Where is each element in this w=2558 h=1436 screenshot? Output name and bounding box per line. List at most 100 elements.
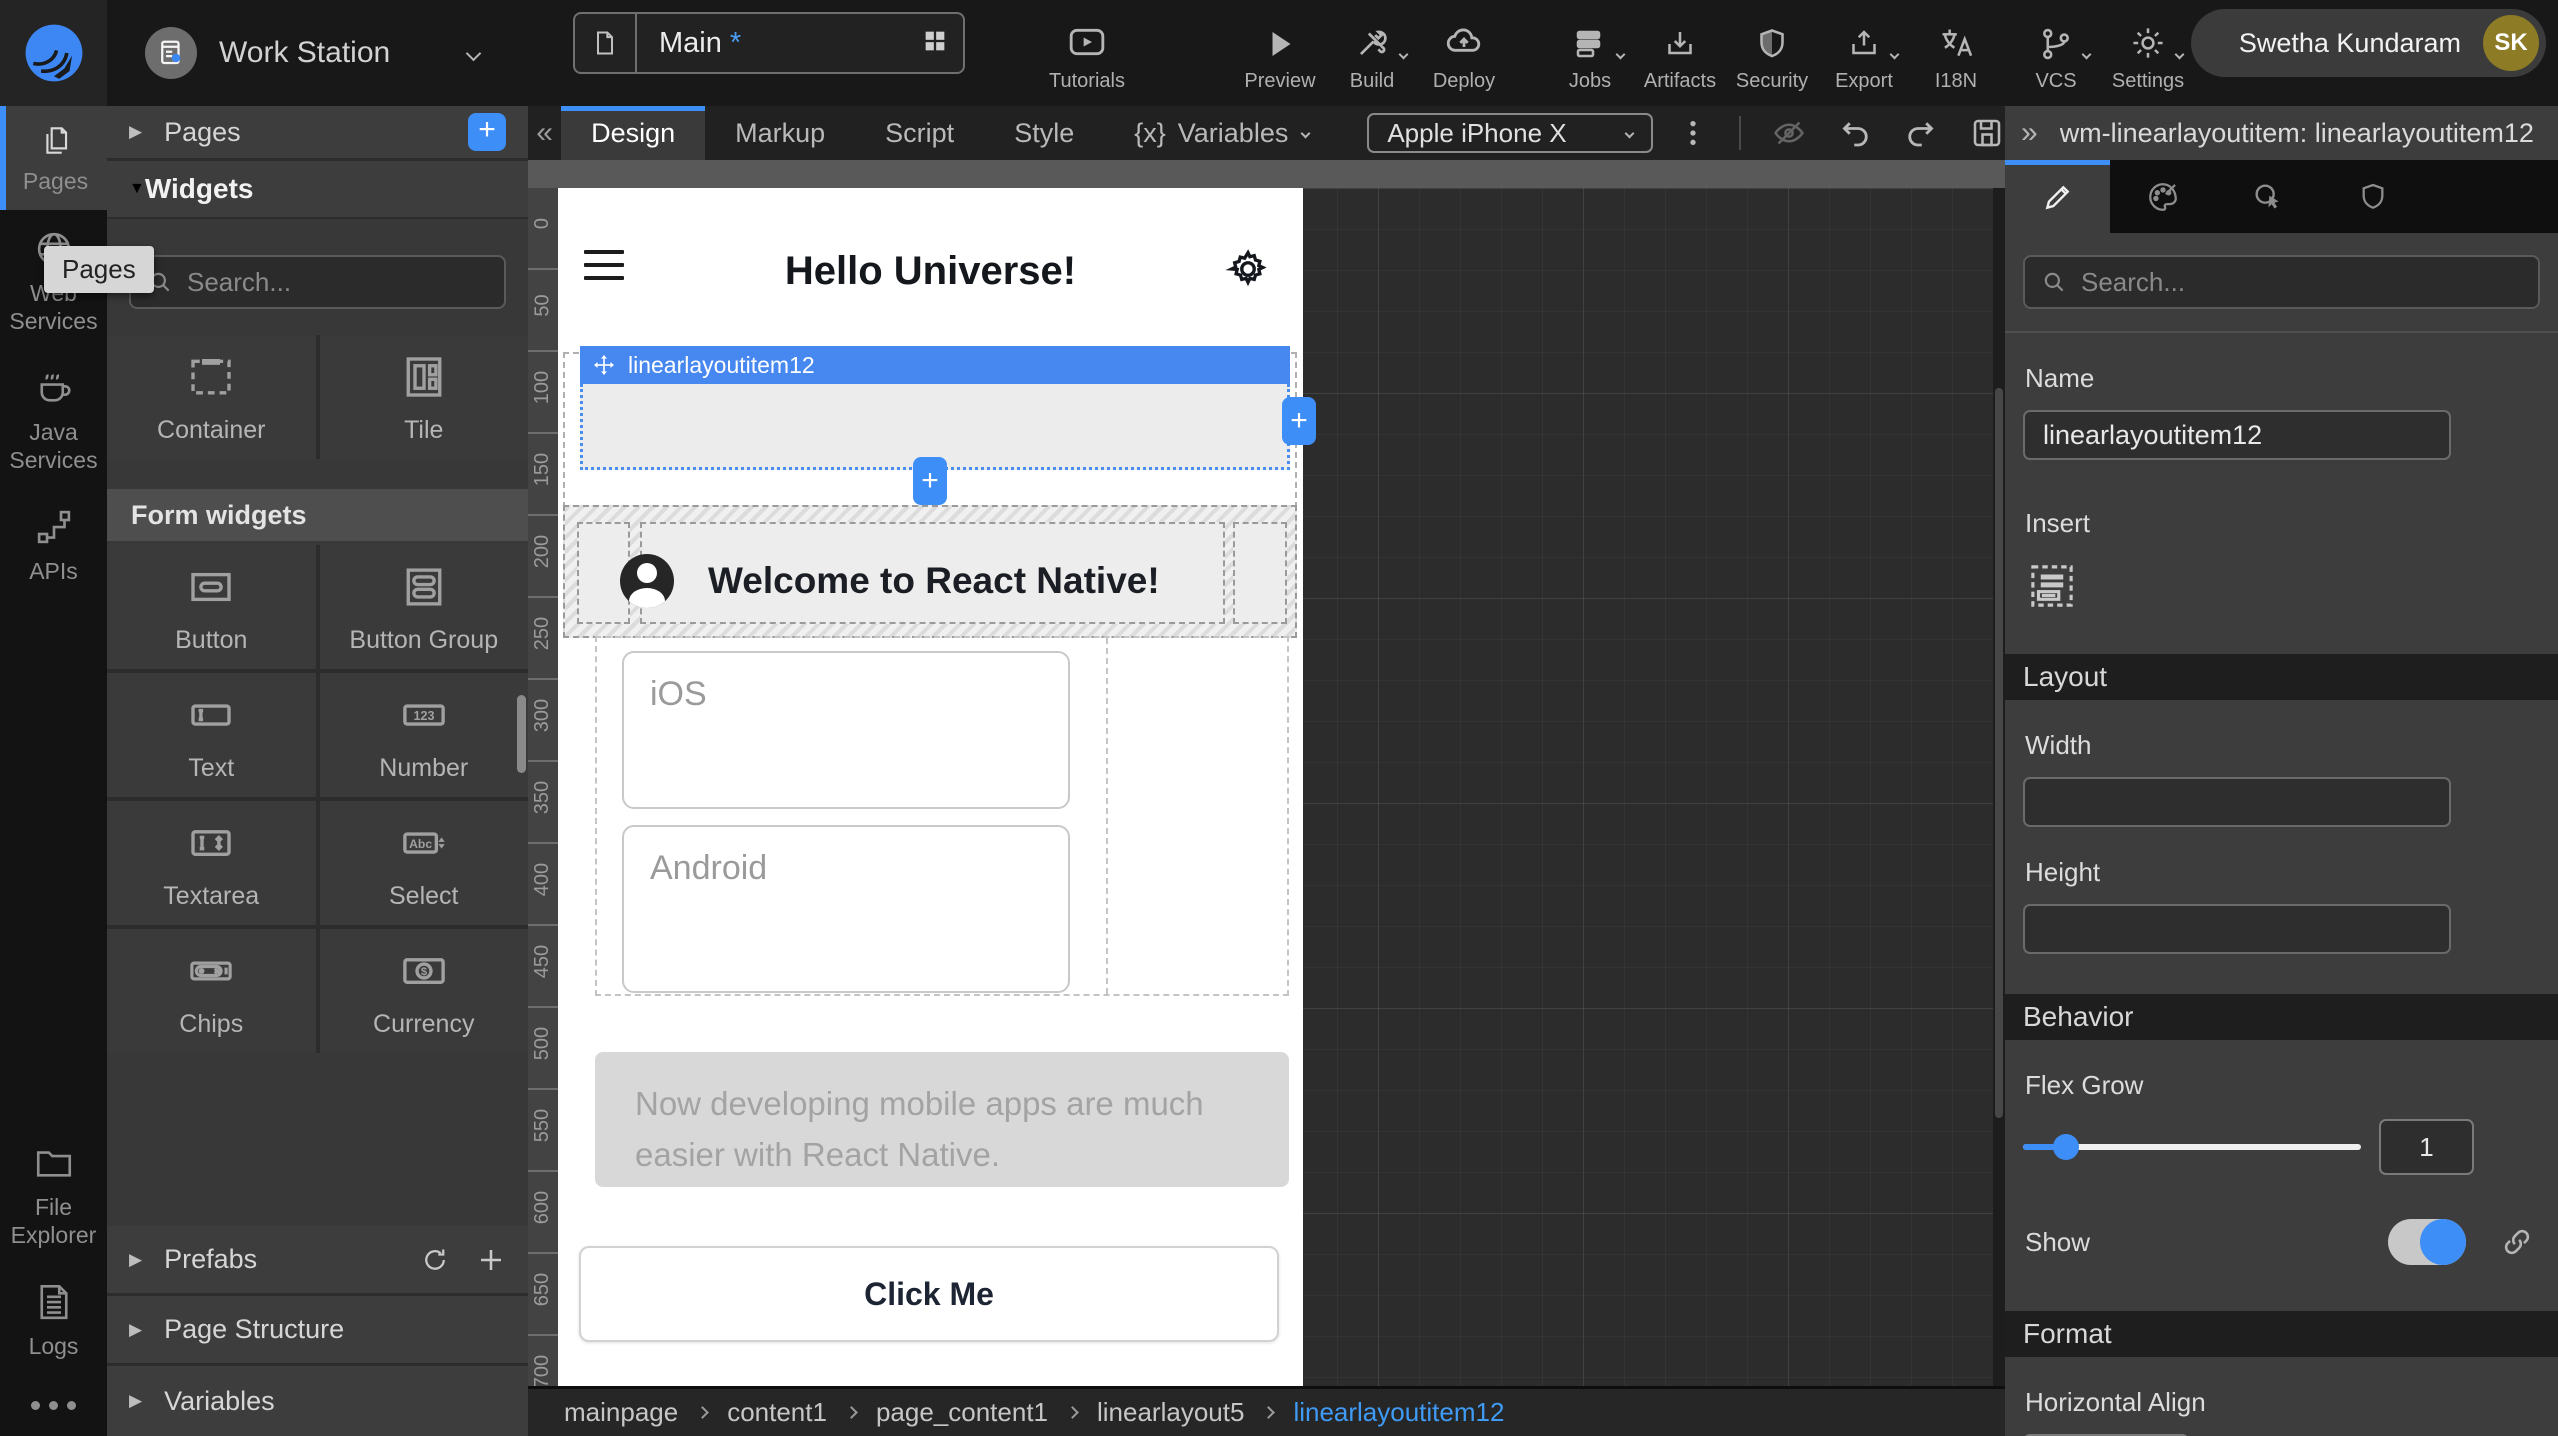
device-select[interactable]: Apple iPhone X: [1367, 113, 1653, 153]
tab-security[interactable]: [2320, 160, 2425, 233]
add-prefab-icon[interactable]: [476, 1245, 506, 1275]
tab-properties[interactable]: [2005, 160, 2110, 233]
horizontal-align-label: Horizontal Align: [2025, 1387, 2540, 1418]
save-icon[interactable]: [1969, 115, 2005, 151]
widget-tile-button-group[interactable]: Button Group: [320, 545, 529, 669]
page-grid-icon[interactable]: [921, 27, 949, 60]
topbar-action-artifacts[interactable]: Artifacts: [1630, 10, 1730, 93]
tab-design[interactable]: Design: [561, 106, 705, 160]
tab-inspect[interactable]: [2215, 160, 2320, 233]
breadcrumb-item[interactable]: mainpage: [564, 1397, 678, 1428]
topbar-action-preview[interactable]: Preview: [1230, 10, 1330, 93]
user-menu[interactable]: Swetha Kundaram SK: [2191, 9, 2546, 77]
widget-tile-select[interactable]: Abc Select: [320, 801, 529, 925]
sidebar-item-pages[interactable]: Pages: [0, 106, 107, 210]
topbar-action-security[interactable]: Security: [1722, 10, 1822, 93]
topbar-action-export[interactable]: Export: [1814, 10, 1914, 93]
breadcrumb-item[interactable]: page_content1: [876, 1397, 1048, 1428]
breadcrumb-separator: [1066, 1406, 1079, 1419]
tab-variables[interactable]: {x}Variables: [1104, 106, 1339, 160]
sidebar-item-file-explorer[interactable]: File Explorer: [0, 1124, 107, 1263]
sidebar-item-java-services[interactable]: Java Services: [0, 349, 107, 488]
page-tab-main[interactable]: Main *: [573, 12, 965, 74]
widget-tile-container[interactable]: Container: [107, 335, 316, 459]
add-page-button[interactable]: +: [468, 113, 506, 151]
expand-right-panel-button[interactable]: »: [2021, 116, 2038, 150]
collapse-left-panel-button[interactable]: «: [528, 106, 561, 160]
slider-thumb[interactable]: [2053, 1134, 2079, 1160]
topbar-action-tutorials[interactable]: Tutorials: [1037, 10, 1137, 93]
more-menu-icon[interactable]: [1677, 117, 1709, 149]
widget-tile-text[interactable]: Text: [107, 673, 316, 797]
topbar-action-i18n[interactable]: I18N: [1906, 10, 2006, 93]
move-icon[interactable]: [592, 353, 616, 377]
textarea-layout-container[interactable]: iOS Android: [595, 636, 1289, 996]
phone-gear-icon[interactable]: [1223, 244, 1273, 299]
widget-search-input[interactable]: [187, 267, 522, 298]
click-me-button[interactable]: Click Me: [579, 1246, 1279, 1342]
project-switcher[interactable]: Work Station: [145, 27, 479, 79]
add-widget-right-button[interactable]: +: [1282, 397, 1316, 445]
breadcrumb-separator: [696, 1406, 709, 1419]
topbar-action-vcs[interactable]: VCS: [2006, 10, 2106, 93]
widget-tile-currency[interactable]: $ Currency: [320, 929, 529, 1053]
breadcrumb-item-active[interactable]: linearlayoutitem12: [1293, 1397, 1504, 1428]
accordion-pages[interactable]: ▶ Pages +: [107, 106, 528, 161]
show-toggle[interactable]: [2388, 1219, 2466, 1265]
properties-search[interactable]: [2023, 255, 2540, 309]
name-input[interactable]: [2023, 410, 2451, 460]
add-widget-below-button[interactable]: +: [913, 457, 947, 505]
sidebar-item-apis[interactable]: APIs: [0, 488, 107, 600]
note-textarea[interactable]: Now developing mobile apps are much easi…: [595, 1052, 1289, 1187]
project-chevron-down-icon[interactable]: [466, 45, 482, 61]
widget-search[interactable]: [129, 255, 506, 309]
refresh-icon[interactable]: [420, 1245, 450, 1275]
topbar-action-jobs[interactable]: Jobs: [1540, 10, 1640, 93]
flex-grow-slider[interactable]: [2023, 1134, 2361, 1160]
height-input[interactable]: [2023, 904, 2451, 954]
topbar-action-settings[interactable]: Settings: [2098, 10, 2198, 93]
flex-grow-value-input[interactable]: [2379, 1119, 2474, 1175]
widget-tile-button[interactable]: Button: [107, 545, 316, 669]
insert-layoutitem-icon[interactable]: [2025, 559, 2079, 613]
redo-icon[interactable]: [1903, 115, 1939, 151]
left-panel-scrollbar[interactable]: [517, 695, 526, 773]
topbar-action-build[interactable]: Build: [1322, 10, 1422, 93]
width-input[interactable]: [2023, 777, 2451, 827]
design-canvas[interactable]: 0 50 100 150 200 250 300 350 400 450 500…: [528, 160, 2005, 1386]
visibility-off-icon[interactable]: [1771, 115, 1807, 151]
tab-script[interactable]: Script: [855, 106, 984, 160]
breadcrumb-item[interactable]: content1: [727, 1397, 827, 1428]
hamburger-menu-icon[interactable]: [584, 250, 624, 289]
left-panel: ▶ Pages + ▼ Widgets: [107, 106, 528, 1436]
undo-icon[interactable]: [1837, 115, 1873, 151]
jobs-chevron-down-icon: [1616, 50, 1626, 60]
widget-tile-chips[interactable]: Chips: [107, 929, 316, 1053]
widget-tile-textarea[interactable]: Textarea: [107, 801, 316, 925]
accordion-page-structure[interactable]: ▶ Page Structure: [107, 1296, 528, 1366]
sidebar-more-icon[interactable]: [0, 1375, 107, 1436]
widget-tile-number[interactable]: 123 Number: [320, 673, 529, 797]
selected-widget-linearlayoutitem12[interactable]: linearlayoutitem12: [580, 346, 1290, 470]
ios-textarea[interactable]: iOS: [622, 651, 1070, 809]
tab-markup[interactable]: Markup: [705, 106, 855, 160]
widget-tile-tile[interactable]: Tile: [320, 335, 529, 459]
accordion-prefabs[interactable]: ▶ Prefabs: [107, 1226, 528, 1296]
page-dirty-indicator: *: [730, 27, 741, 60]
android-textarea[interactable]: Android: [622, 825, 1070, 993]
bind-link-icon[interactable]: [2500, 1225, 2534, 1259]
phone-preview[interactable]: Hello Universe!: [558, 188, 1303, 1386]
upload-tray-icon: [1846, 10, 1882, 62]
layout-cell-right[interactable]: [1233, 522, 1287, 624]
sidebar-item-logs[interactable]: Logs: [0, 1263, 107, 1375]
selection-header[interactable]: linearlayoutitem12: [580, 346, 1290, 384]
breadcrumb-item[interactable]: linearlayout5: [1097, 1397, 1244, 1428]
tab-styles[interactable]: [2110, 160, 2215, 233]
canvas-scrollbar[interactable]: [1993, 188, 2005, 1386]
wavemaker-logo[interactable]: [0, 0, 107, 106]
accordion-variables[interactable]: ▶ Variables: [107, 1366, 528, 1436]
accordion-widgets[interactable]: ▼ Widgets: [107, 161, 528, 219]
properties-search-input[interactable]: [2081, 267, 2522, 298]
topbar-action-deploy[interactable]: Deploy: [1414, 10, 1514, 93]
tab-style[interactable]: Style: [984, 106, 1104, 160]
